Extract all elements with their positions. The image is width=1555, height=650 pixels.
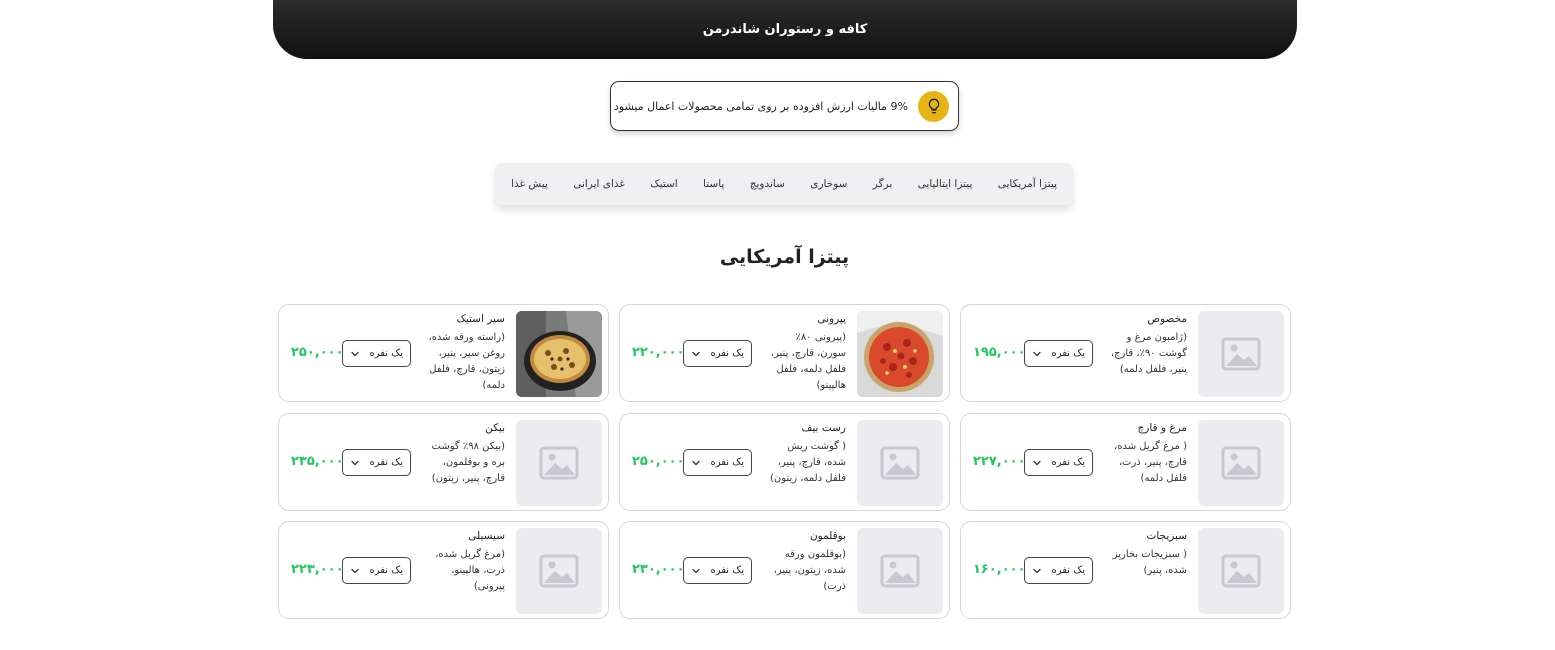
category-tab[interactable]: غذای ایرانی: [573, 178, 625, 190]
portion-select[interactable]: یک نفره: [683, 449, 752, 476]
item-price: ۱۶۰,۰۰۰: [973, 562, 1026, 577]
menu-item-card[interactable]: سبزیجات ( سبزیجات بخارپز شده، پنیر) یک نفر…: [960, 521, 1291, 619]
category-tab[interactable]: استیک: [650, 178, 677, 190]
portion-select[interactable]: یک نفره: [1024, 449, 1093, 476]
chevron-down-icon: [691, 344, 701, 363]
item-price: ۲۲۰,۰۰۰: [632, 345, 685, 360]
image-placeholder-icon: [857, 420, 943, 506]
chevron-down-icon: [691, 561, 701, 580]
item-name: سیسیلی: [468, 530, 505, 542]
category-tab[interactable]: پاستا: [703, 178, 724, 190]
item-description: (پپرونی ۸۰٪ سورن، قارچ، پنیر، فلفل دلمه،…: [770, 332, 846, 391]
image-placeholder-icon: [516, 420, 602, 506]
image-placeholder-icon: [1198, 420, 1284, 506]
portion-select[interactable]: یک نفره: [683, 557, 752, 584]
category-tab[interactable]: پیتزا ایتالیایی: [918, 178, 973, 190]
category-tab[interactable]: برگر: [873, 178, 893, 190]
portion-select-value: یک نفره: [1051, 457, 1085, 468]
portion-select[interactable]: یک نفره: [342, 449, 411, 476]
item-price: ۲۵۰,۰۰۰: [291, 345, 344, 360]
menu-item-card[interactable]: مخصوص (ژامبون مرغ و گوشت ۹۰٪، قارچ، پنیر،…: [960, 304, 1291, 402]
lightbulb-icon: [918, 90, 949, 122]
item-name: سبزیجات: [1146, 530, 1187, 542]
portion-select[interactable]: یک نفره: [342, 557, 411, 584]
food-image: [857, 311, 943, 397]
item-description: ( سبزیجات بخارپز شده، پنیر): [1112, 549, 1187, 576]
chevron-down-icon: [1032, 344, 1042, 363]
restaurant-title: کافه و رستوران شاندرمن: [702, 22, 868, 37]
portion-select-value: یک نفره: [1051, 348, 1085, 359]
item-name: مرغ و قارچ: [1137, 422, 1188, 434]
item-price: ۲۳۵,۰۰۰: [291, 454, 344, 469]
menu-item-card[interactable]: مرغ و قارچ ( مرغ گریل شده، قارچ، پنیر، ذر…: [960, 413, 1291, 511]
chevron-down-icon: [350, 561, 360, 580]
category-tab[interactable]: ساندویچ: [750, 178, 785, 190]
item-description: ( گوشت ریش شده، قارچ، پنیر، فلفل دلمه، ز…: [770, 441, 846, 484]
menu-item-card[interactable]: رست بیف ( گوشت ریش شده، قارچ، پنیر، فلفل …: [619, 413, 950, 511]
chevron-down-icon: [1032, 453, 1042, 472]
menu-item-card[interactable]: بیکن (بیکن ۹۸٪ گوشت بره و بوقلمون، قارچ، …: [278, 413, 609, 511]
image-placeholder-icon: [1198, 528, 1284, 614]
item-description: ( مرغ گریل شده، قارچ، پنیر، ذرت، فلفل دل…: [1113, 441, 1187, 484]
category-nav: پیتزا آمریکایی پیتزا ایتالیایی برگر سوخا…: [495, 163, 1073, 205]
item-price: ۲۲۷,۰۰۰: [973, 454, 1026, 469]
item-description: (راسته ورقه شده، روغن سیر، پنیر، زیتون، …: [428, 332, 505, 391]
portion-select-value: یک نفره: [369, 565, 403, 576]
category-tab[interactable]: پیش غذا: [511, 178, 548, 190]
item-description: (بوقلمون ورقه شده، زیتون، پنیر، ذرت): [773, 549, 846, 592]
item-name: بوقلمون: [809, 530, 846, 542]
portion-select-value: یک نفره: [710, 457, 744, 468]
category-tab[interactable]: پیتزا آمریکایی: [998, 178, 1057, 190]
food-image: [516, 311, 602, 397]
chevron-down-icon: [350, 453, 360, 472]
portion-select-value: یک نفره: [369, 348, 403, 359]
site-header: کافه و رستوران شاندرمن: [273, 0, 1297, 59]
item-name: رست بیف: [801, 422, 846, 434]
section-title: پیتزا آمریکایی: [719, 246, 850, 268]
chevron-down-icon: [1032, 561, 1042, 580]
portion-select[interactable]: یک نفره: [683, 340, 752, 367]
portion-select-value: یک نفره: [369, 457, 403, 468]
item-description: (ژامبون مرغ و گوشت ۹۰٪، قارچ، پنیر، فلفل…: [1110, 332, 1187, 375]
chevron-down-icon: [350, 344, 360, 363]
item-name: مخصوص: [1147, 313, 1187, 325]
portion-select[interactable]: یک نفره: [1024, 340, 1093, 367]
item-price: ۱۹۵,۰۰۰: [973, 345, 1026, 360]
item-price: ۲۵۰,۰۰۰: [632, 454, 685, 469]
portion-select-value: یک نفره: [710, 348, 744, 359]
category-tab[interactable]: سوخاری: [810, 178, 847, 190]
item-name: پپرونی: [817, 313, 846, 325]
menu-item-card[interactable]: پپرونی (پپرونی ۸۰٪ سورن، قارچ، پنیر، فلفل…: [619, 304, 950, 402]
image-placeholder-icon: [1198, 311, 1284, 397]
portion-select[interactable]: یک نفره: [342, 340, 411, 367]
chevron-down-icon: [691, 453, 701, 472]
item-price: ۲۳۰,۰۰۰: [632, 562, 685, 577]
menu-item-card[interactable]: بوقلمون (بوقلمون ورقه شده، زیتون، پنیر، ذ…: [619, 521, 950, 619]
vat-notice-text: 9% مالیات ارزش افزوده بر روی تمامی محصول…: [614, 99, 908, 113]
menu-item-card[interactable]: سیسیلی (مرغ گریل شده، ذرت، هالپینو، پپرون…: [278, 521, 609, 619]
item-description: (مرغ گریل شده، ذرت، هالپینو، پپرونی): [435, 549, 505, 592]
portion-select-value: یک نفره: [710, 565, 744, 576]
item-name: بیکن: [485, 422, 505, 434]
item-description: (بیکن ۹۸٪ گوشت بره و بوقلمون، قارچ، پنیر…: [431, 441, 505, 484]
portion-select-value: یک نفره: [1051, 565, 1085, 576]
image-placeholder-icon: [857, 528, 943, 614]
image-placeholder-icon: [516, 528, 602, 614]
vat-notice: 9% مالیات ارزش افزوده بر روی تمامی محصول…: [610, 81, 959, 131]
portion-select[interactable]: یک نفره: [1024, 557, 1093, 584]
menu-item-card[interactable]: سیر استیک (راسته ورقه شده، روغن سیر، پنیر…: [278, 304, 609, 402]
item-price: ۲۲۳,۰۰۰: [291, 562, 344, 577]
item-name: سیر استیک: [456, 313, 505, 325]
